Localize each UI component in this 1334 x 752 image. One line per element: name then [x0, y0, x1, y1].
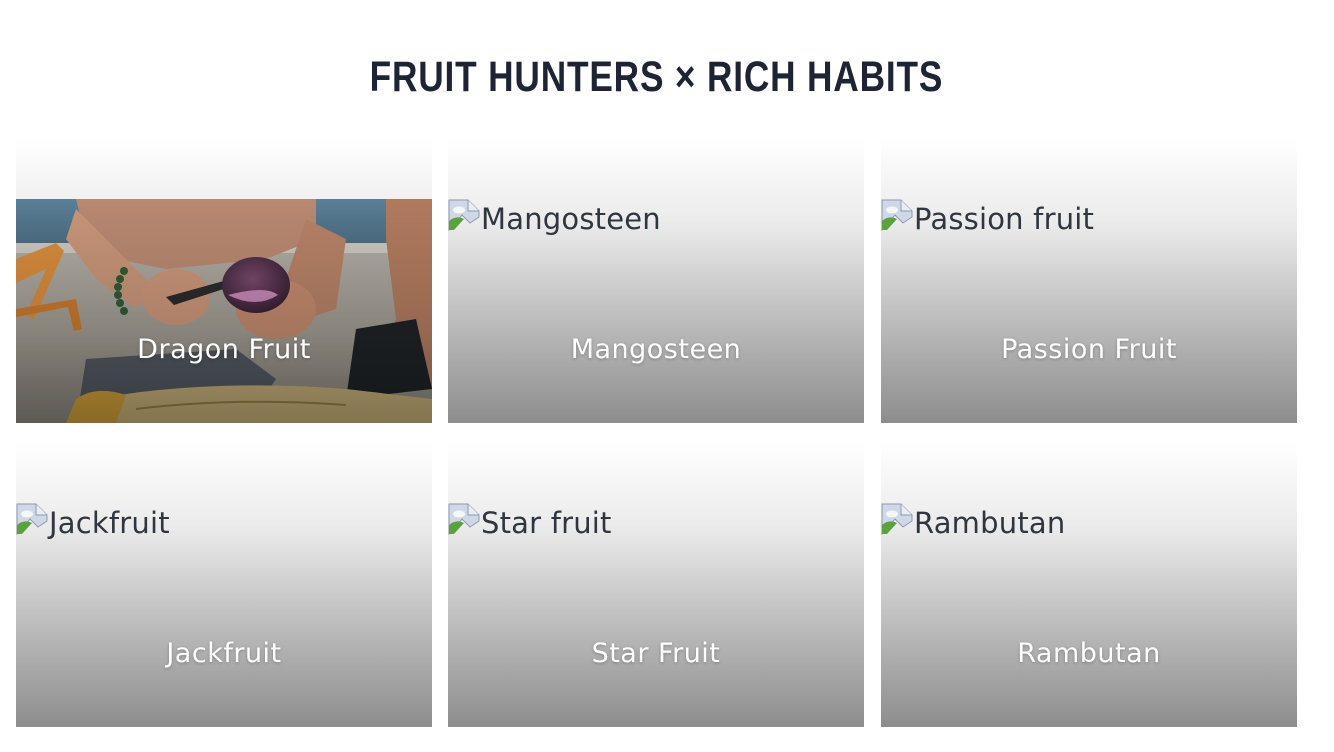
broken-image-icon: [881, 199, 913, 232]
broken-image: Passion fruit: [881, 199, 1094, 239]
card-label: Mangosteen: [570, 334, 742, 365]
dragon-fruit-photo: [16, 199, 432, 423]
broken-image-icon: [448, 503, 480, 536]
fruit-card-mangosteen[interactable]: Mangosteen Mangosteen: [448, 137, 864, 423]
card-label: Jackfruit: [166, 638, 282, 669]
image-alt-text: Star fruit: [481, 506, 612, 540]
broken-image: Rambutan: [881, 503, 1065, 543]
broken-image: Jackfruit: [16, 503, 170, 543]
broken-image-icon: [448, 199, 480, 232]
fruit-card-jackfruit[interactable]: Jackfruit Jackfruit: [16, 441, 432, 727]
fruit-card-rambutan[interactable]: Rambutan Rambutan: [881, 441, 1297, 727]
broken-image: Mangosteen: [448, 199, 661, 239]
broken-image: Star fruit: [448, 503, 612, 543]
image-alt-text: Mangosteen: [481, 202, 661, 236]
card-label: Dragon Fruit: [137, 334, 311, 365]
fruit-card-passion-fruit[interactable]: Passion fruit Passion Fruit: [881, 137, 1297, 423]
broken-image-icon: [16, 503, 48, 536]
image-alt-text: Rambutan: [914, 506, 1066, 540]
fruit-card-star-fruit[interactable]: Star fruit Star Fruit: [448, 441, 864, 727]
card-label: Rambutan: [1017, 638, 1161, 669]
card-label: Passion Fruit: [1001, 334, 1177, 365]
page: FRUIT HUNTERS × RICH HABITS Dragon Fruit…: [0, 0, 1334, 752]
fruit-grid: Dragon Fruit Mangosteen Mangosteen Passi…: [0, 0, 1334, 752]
image-alt-text: Jackfruit: [49, 506, 170, 540]
broken-image-icon: [881, 503, 913, 536]
image-alt-text: Passion fruit: [914, 202, 1095, 236]
card-label: Star Fruit: [591, 638, 721, 669]
fruit-card-dragon-fruit[interactable]: Dragon Fruit: [16, 137, 432, 423]
